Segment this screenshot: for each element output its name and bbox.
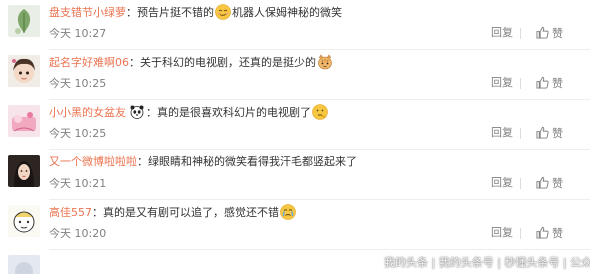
like-label: 赞 bbox=[552, 77, 563, 90]
avatar[interactable] bbox=[8, 155, 40, 187]
watermark-text: 我的头条 | 我的头条号 | 秒懂头条号 | 公众号 bbox=[384, 256, 590, 269]
action-separator bbox=[520, 78, 521, 89]
comment-item: 盘支错节小绿萝：预告片挺不错的 机器人保姆神秘的微笑 今天 10:27 回复 赞 bbox=[0, 0, 590, 52]
comment-item: 又一个微博啦啦啦：绿眼睛和神秘的微笑看得我汗毛都竖起来了 今天 10:21 回复… bbox=[0, 150, 590, 202]
reply-button[interactable]: 回复 bbox=[491, 227, 513, 239]
like-button[interactable]: 赞 bbox=[536, 226, 563, 240]
username-link[interactable]: 又一个微博啦啦啦 bbox=[49, 155, 137, 168]
smirk-emoji bbox=[215, 4, 231, 20]
avatar[interactable] bbox=[8, 105, 40, 137]
username-link[interactable]: 起名字好难啊06 bbox=[49, 56, 129, 69]
thinking-emoji bbox=[312, 104, 328, 120]
like-label: 赞 bbox=[552, 27, 563, 40]
comment-text-continued: 机器人保姆神秘的微笑 bbox=[232, 6, 342, 19]
username-link[interactable]: 盘支错节小绿萝 bbox=[49, 6, 126, 19]
avatar[interactable] bbox=[8, 5, 40, 37]
cat-face-emoji bbox=[317, 54, 333, 70]
action-separator bbox=[520, 178, 521, 189]
comment-time: 今天 10:25 bbox=[49, 127, 107, 140]
avatar[interactable] bbox=[8, 205, 40, 237]
avatar[interactable] bbox=[8, 255, 40, 274]
comment-divider bbox=[49, 249, 590, 250]
comment-time: 今天 10:25 bbox=[49, 77, 107, 90]
reply-button[interactable]: 回复 bbox=[491, 27, 513, 39]
thumbs-up-icon bbox=[536, 176, 549, 189]
thumbs-up-icon bbox=[536, 26, 549, 39]
comment-text: 预告片挺不错的 bbox=[137, 6, 214, 19]
crying-emoji bbox=[280, 204, 296, 220]
action-separator bbox=[520, 28, 521, 39]
comment-text: 绿眼睛和神秘的微笑看得我汗毛都竖起来了 bbox=[148, 155, 357, 168]
action-separator bbox=[520, 228, 521, 239]
like-label: 赞 bbox=[552, 127, 563, 140]
comment-time: 今天 10:27 bbox=[49, 27, 107, 40]
thumbs-up-icon bbox=[536, 76, 549, 89]
comment-text: 真的是又有剧可以追了，感觉还不错 bbox=[103, 206, 279, 219]
comment-time: 今天 10:20 bbox=[49, 227, 107, 240]
like-label: 赞 bbox=[552, 177, 563, 190]
comment-time: 今天 10:21 bbox=[49, 177, 107, 190]
action-separator bbox=[520, 128, 521, 139]
thumbs-up-icon bbox=[536, 126, 549, 139]
comment-text: 关于科幻的电视剧，还真的是挺少的 bbox=[140, 56, 316, 69]
comment-item: 小小黑的女盆友 ：真的是很喜欢科幻片的电视剧了 今天 10:25 回复 赞 bbox=[0, 100, 590, 152]
avatar[interactable] bbox=[8, 55, 40, 87]
comment-item: 高佳557：真的是又有剧可以追了，感觉还不错 今天 10:20 回复 赞 bbox=[0, 200, 590, 252]
like-button[interactable]: 赞 bbox=[536, 26, 563, 40]
like-label: 赞 bbox=[552, 227, 563, 240]
like-button[interactable]: 赞 bbox=[536, 126, 563, 140]
reply-button[interactable]: 回复 bbox=[491, 177, 513, 189]
reply-button[interactable]: 回复 bbox=[491, 77, 513, 89]
comment-text: 真的是很喜欢科幻片的电视剧了 bbox=[157, 106, 311, 119]
thumbs-up-icon bbox=[536, 226, 549, 239]
like-button[interactable]: 赞 bbox=[536, 76, 563, 90]
panda-badge-icon bbox=[129, 104, 145, 120]
username-link[interactable]: 小小黑的女盆友 bbox=[49, 106, 126, 119]
comment-item: 起名字好难啊06：关于科幻的电视剧，还真的是挺少的 今天 10:25 回复 赞 bbox=[0, 50, 590, 102]
reply-button[interactable]: 回复 bbox=[491, 127, 513, 139]
like-button[interactable]: 赞 bbox=[536, 176, 563, 190]
username-link[interactable]: 高佳557 bbox=[49, 206, 92, 219]
